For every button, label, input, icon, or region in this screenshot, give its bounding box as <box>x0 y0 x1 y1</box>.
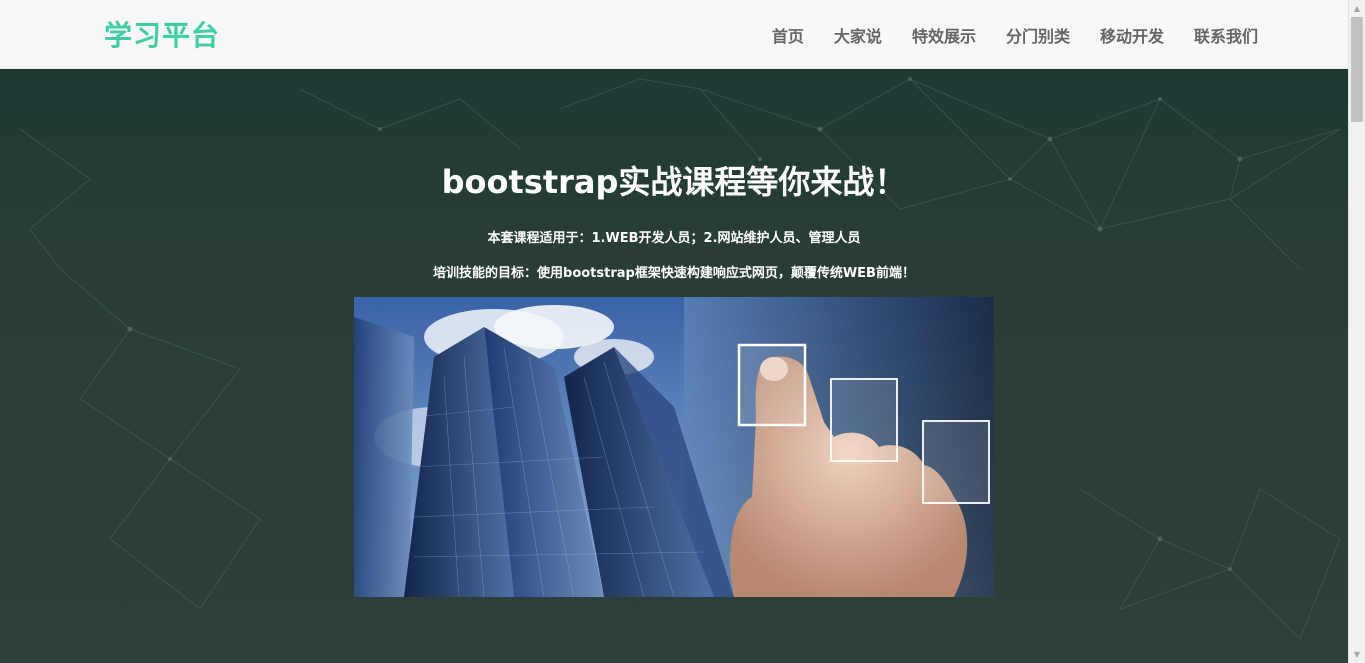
brand-logo[interactable]: 学习平台 <box>104 14 220 54</box>
hero-section: bootstrap实战课程等你来战！ 本套课程适用于：1.WEB开发人员；2.网… <box>0 69 1348 663</box>
scroll-up-arrow-icon[interactable]: ▲ <box>1349 0 1365 17</box>
scroll-down-arrow-icon[interactable]: ▼ <box>1349 646 1365 663</box>
nav-item-categories[interactable]: 分门别类 <box>1006 23 1070 47</box>
nav-item-everyone-says[interactable]: 大家说 <box>834 23 882 47</box>
nav-item-mobile-dev[interactable]: 移动开发 <box>1100 23 1164 47</box>
navbar: 学习平台 首页 大家说 特效展示 分门别类 移动开发 联系我们 <box>0 0 1348 69</box>
vertical-scrollbar[interactable]: ▲ ▼ <box>1348 0 1365 663</box>
hero-title: bootstrap实战课程等你来战！ <box>441 163 907 201</box>
nav-item-home[interactable]: 首页 <box>772 23 804 47</box>
nav-item-effects-showcase[interactable]: 特效展示 <box>912 23 976 47</box>
hero-banner-image <box>354 297 994 597</box>
scrollbar-thumb[interactable] <box>1351 17 1363 122</box>
nav-menu: 首页 大家说 特效展示 分门别类 移动开发 联系我们 <box>742 0 1258 69</box>
hero-goal-text: 培训技能的目标：使用bootstrap框架快速构建响应式网页，颠覆传统WEB前端… <box>433 266 915 281</box>
nav-item-contact-us[interactable]: 联系我们 <box>1194 23 1258 47</box>
skyscraper-touch-illustration <box>354 297 994 597</box>
hero-audience-text: 本套课程适用于：1.WEB开发人员；2.网站维护人员、管理人员 <box>487 231 861 246</box>
